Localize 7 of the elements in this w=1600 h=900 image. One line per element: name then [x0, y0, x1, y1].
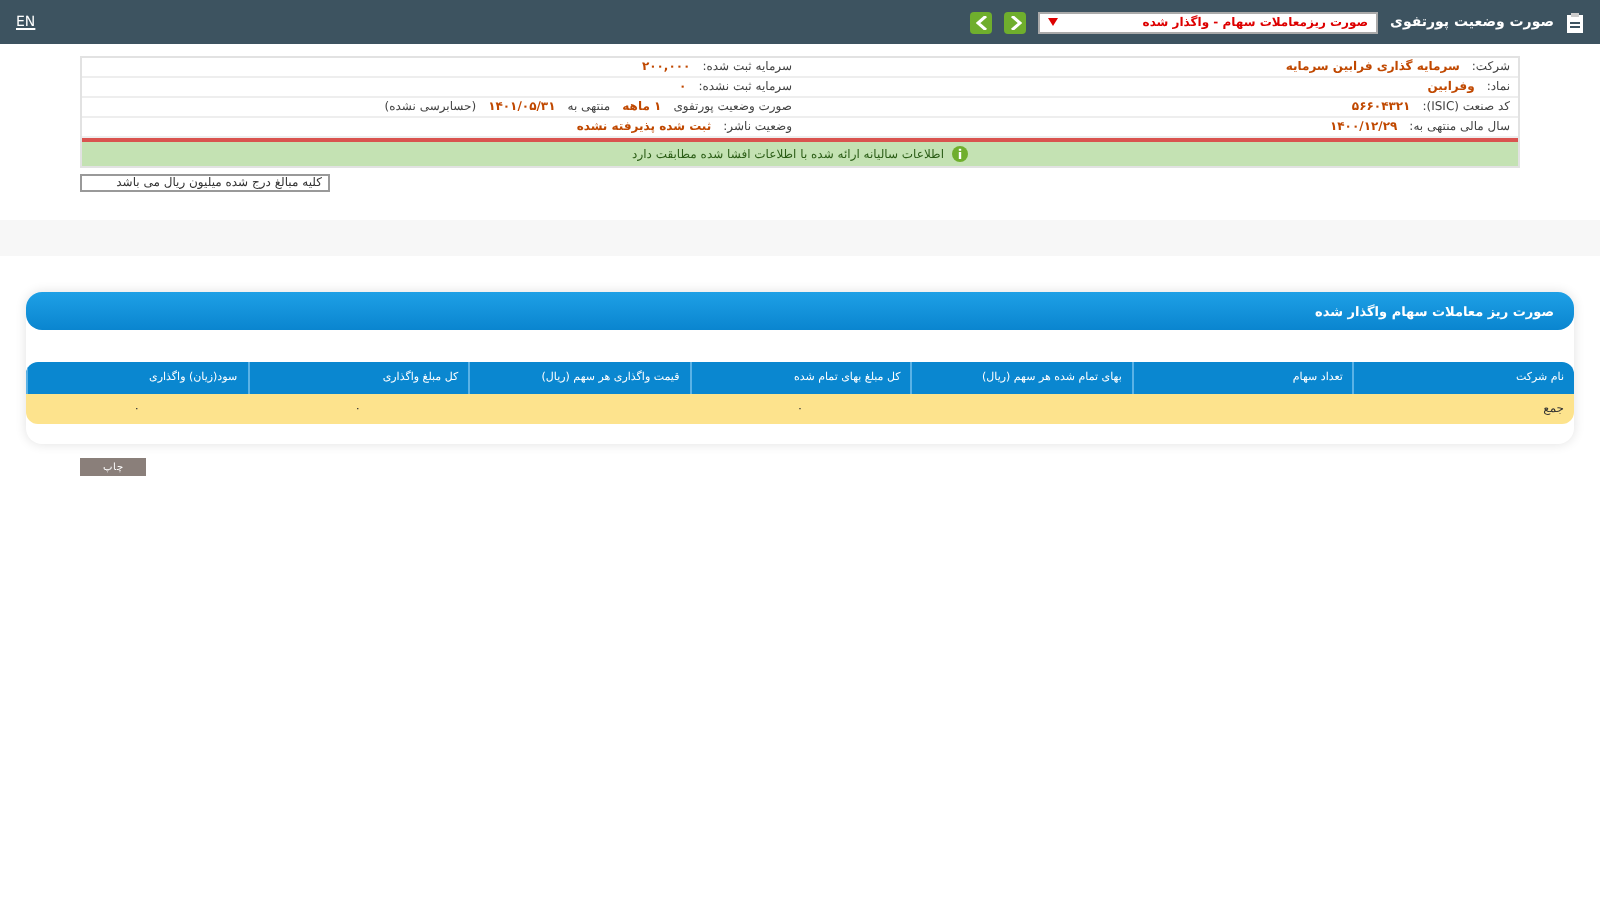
next-button[interactable] [1004, 11, 1027, 33]
caret-icon [1048, 18, 1059, 26]
chevron-icon [975, 15, 988, 29]
info-icon [952, 146, 968, 162]
clipboard-icon [1566, 11, 1584, 33]
chevron-icon [1009, 15, 1022, 29]
previous-button[interactable] [970, 11, 993, 33]
